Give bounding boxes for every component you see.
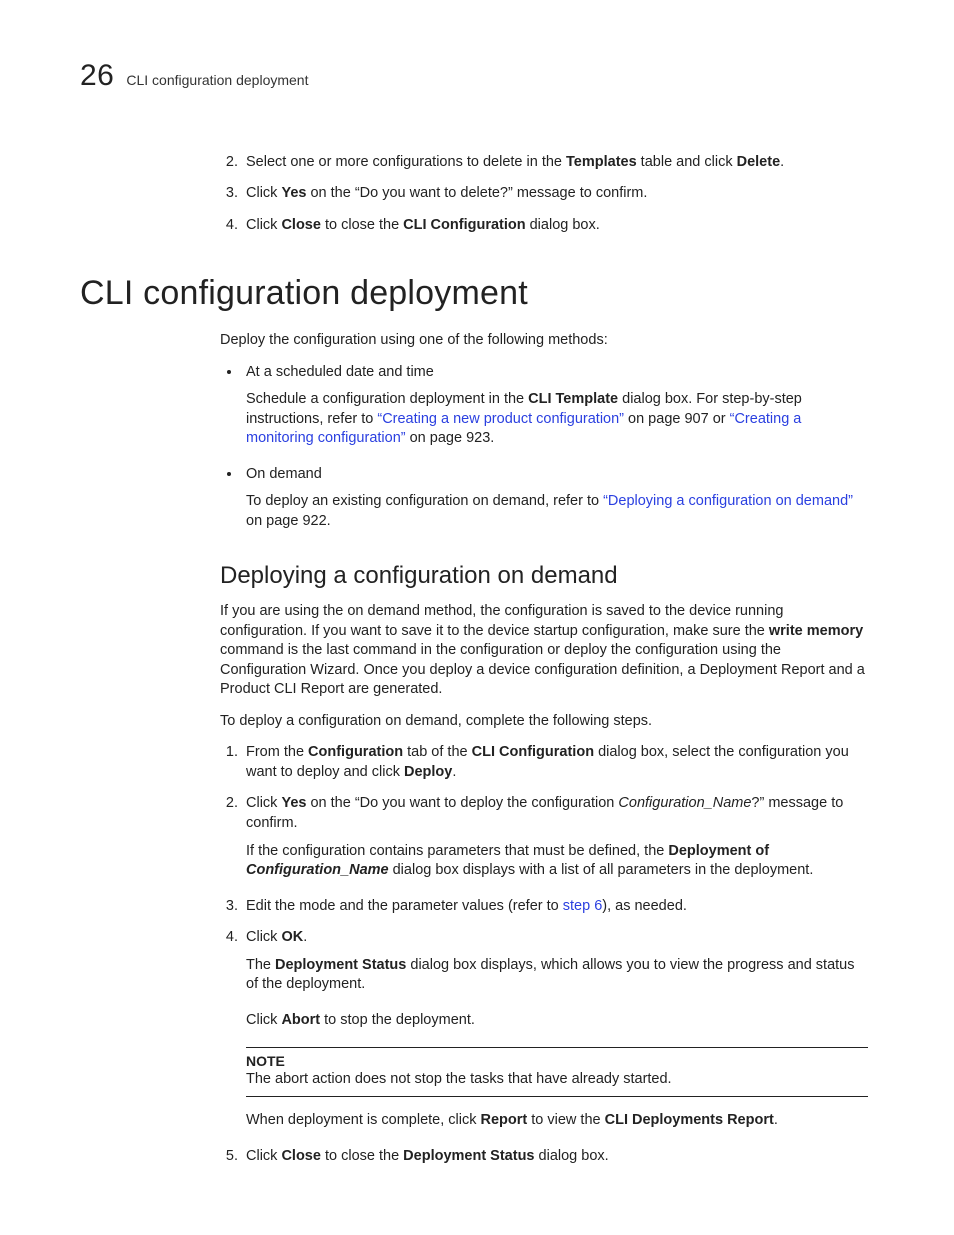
step-after: If the configuration contains parameters… [246,842,868,881]
bold-text: Templates [566,154,637,170]
step-text: . [780,154,784,170]
cross-reference-link[interactable]: “Deploying a configuration on demand” [603,493,853,509]
text: command is the last command in the confi… [220,642,865,697]
text: dialog box displays with a list of all p… [389,862,814,878]
bold-text: CLI Configuration [472,744,594,760]
text: to view the [527,1112,604,1128]
text: . [303,929,307,945]
note-block: NOTE The abort action does not stop the … [246,1047,868,1097]
step-after: The Deployment Status dialog box display… [246,956,868,995]
bold-text: Deployment Status [403,1148,534,1164]
step-after: Click Abort to stop the deployment. [246,1011,868,1031]
chapter-number: 26 [80,56,114,97]
cross-reference-link[interactable]: “Creating a new product configuration” [377,411,624,427]
step-text: dialog box. [526,217,600,233]
bold-text: CLI Template [528,391,618,407]
step-text: table and click [637,154,737,170]
step-item: Click Yes on the “Do you want to delete?… [242,184,868,204]
text: If you are using the on demand method, t… [220,603,783,639]
bold-text: CLI Deployments Report [605,1112,774,1128]
bold-text: Yes [281,795,306,811]
text: on page 922. [246,513,331,529]
bold-text: Delete [737,154,781,170]
ordered-list: From the Configuration tab of the CLI Co… [220,743,868,1166]
text: Click [246,1012,281,1028]
running-title: CLI configuration deployment [126,71,308,90]
cross-reference-link[interactable]: step 6 [563,898,603,914]
bullet-list: At a scheduled date and time Schedule a … [220,363,868,532]
bold-text: Close [281,1148,321,1164]
bold-text: Deploy [404,764,452,780]
text: From the [246,744,308,760]
bullet-lead: At a scheduled date and time [246,364,434,380]
text: to close the [321,1148,403,1164]
bullet-body: To deploy an existing configuration on d… [246,492,868,531]
step-after: When deployment is complete, click Repor… [246,1111,868,1131]
step-item: Click Yes on the “Do you want to deploy … [242,794,868,880]
text: . [452,764,456,780]
step-item: Select one or more configurations to del… [242,153,868,173]
text: Click [246,795,281,811]
bullet-lead: On demand [246,466,322,482]
bullet-item: At a scheduled date and time Schedule a … [242,363,868,449]
step-text: to close the [321,217,403,233]
bullet-body: Schedule a configuration deployment in t… [246,390,868,449]
text: . [774,1112,778,1128]
page: 26 CLI configuration deployment Select o… [0,0,954,1235]
step-item: Click Close to close the Deployment Stat… [242,1147,868,1167]
text: When deployment is complete, click [246,1112,481,1128]
italic-text: Configuration_Name [618,795,751,811]
text: dialog box. [535,1148,609,1164]
section-heading: CLI configuration deployment [80,271,874,317]
step-text: Click [246,185,281,201]
text: on the “Do you want to deploy the config… [306,795,618,811]
text: To deploy an existing configuration on d… [246,493,603,509]
paragraph: To deploy a configuration on demand, com… [220,712,868,732]
bold-text: Close [281,217,321,233]
text: to stop the deployment. [320,1012,475,1028]
bold-text: write memory [769,623,863,639]
text: Click [246,929,281,945]
note-label: NOTE [246,1052,868,1071]
text: on page 923. [406,430,495,446]
intro-paragraph: Deploy the configuration using one of th… [220,331,868,351]
top-steps-block: Select one or more configurations to del… [220,153,868,236]
note-body: The abort action does not stop the tasks… [246,1071,672,1087]
bold-italic-text: Configuration_Name [246,862,389,878]
text: Schedule a configuration deployment in t… [246,391,528,407]
section-body: Deploy the configuration using one of th… [220,331,868,1166]
bold-text: OK [281,929,303,945]
bold-text: CLI Configuration [403,217,525,233]
bold-text: Configuration [308,744,403,760]
text: on page 907 or [624,411,730,427]
text: If the configuration contains parameters… [246,843,668,859]
text: tab of the [403,744,472,760]
running-header: 26 CLI configuration deployment [80,56,874,97]
bold-text: Abort [281,1012,320,1028]
text: Edit the mode and the parameter values (… [246,898,563,914]
step-item: Click Close to close the CLI Configurati… [242,216,868,236]
subsection-heading: Deploying a configuration on demand [220,560,868,592]
text: Click [246,1148,281,1164]
bold-text: Yes [281,185,306,201]
text: ), as needed. [602,898,687,914]
step-item: Click OK. The Deployment Status dialog b… [242,928,868,1130]
bullet-item: On demand To deploy an existing configur… [242,465,868,532]
step-text: on the “Do you want to delete?” message … [306,185,647,201]
bold-text: Report [481,1112,528,1128]
step-item: From the Configuration tab of the CLI Co… [242,743,868,782]
step-item: Edit the mode and the parameter values (… [242,897,868,917]
bold-text: Deployment of [668,843,769,859]
step-text: Select one or more configurations to del… [246,154,566,170]
text: The [246,957,275,973]
paragraph: If you are using the on demand method, t… [220,602,868,700]
step-text: Click [246,217,281,233]
ordered-list: Select one or more configurations to del… [220,153,868,236]
bold-text: Deployment Status [275,957,406,973]
